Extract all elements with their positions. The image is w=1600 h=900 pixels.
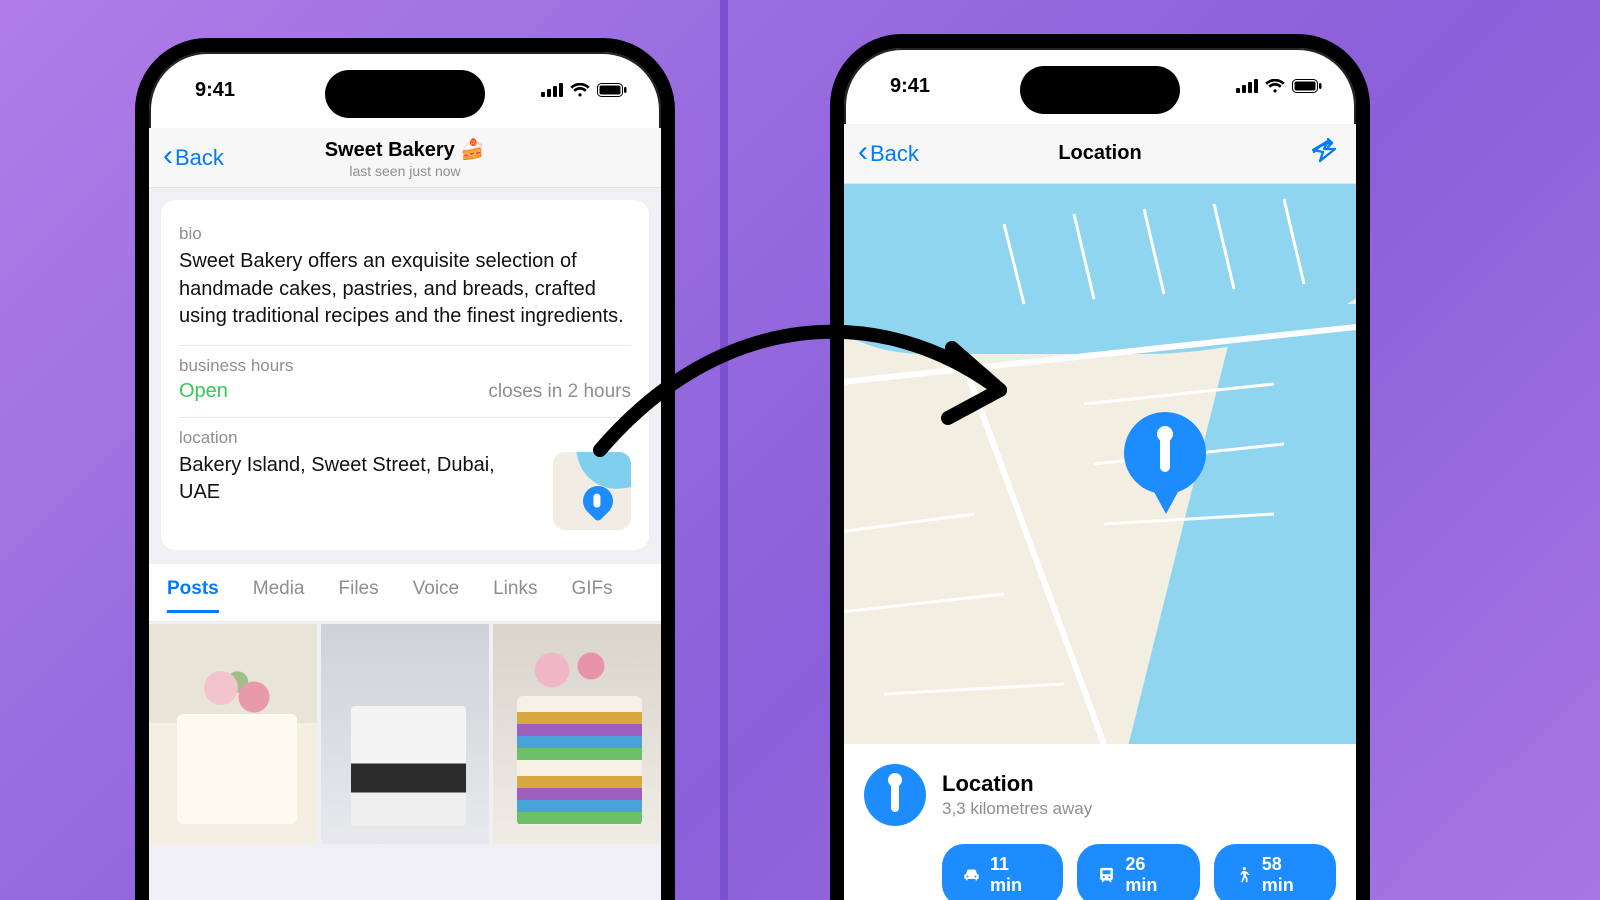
dynamic-island <box>1020 66 1180 114</box>
travel-chip-walk[interactable]: 58 min <box>1214 844 1336 900</box>
battery-icon <box>597 83 627 97</box>
cellular-icon <box>541 83 563 97</box>
dynamic-island <box>325 70 485 118</box>
car-icon <box>962 865 981 885</box>
battery-icon <box>1292 79 1322 93</box>
post-thumbnail[interactable] <box>493 624 661 844</box>
page-title: Location <box>844 142 1356 165</box>
hours-status: Open <box>179 380 228 403</box>
transit-icon <box>1097 865 1116 885</box>
travel-time-walk: 58 min <box>1262 854 1316 896</box>
location-map-thumbnail[interactable] <box>553 452 631 530</box>
location-distance: 3,3 kilometres away <box>942 799 1092 819</box>
map-view[interactable] <box>844 184 1356 744</box>
location-address: Bakery Island, Sweet Street, Dubai, UAE <box>179 452 539 506</box>
hours-closes: closes in 2 hours <box>488 381 631 403</box>
chevron-left-icon: ‹ <box>163 141 173 171</box>
tab-links[interactable]: Links <box>493 578 537 613</box>
back-label: Back <box>175 145 224 171</box>
posts-grid <box>149 624 661 844</box>
tab-gifs[interactable]: GIFs <box>571 578 612 613</box>
share-icon <box>1310 138 1338 164</box>
post-thumbnail[interactable] <box>321 624 489 844</box>
map-pin-icon <box>1124 412 1206 494</box>
wifi-icon <box>1265 79 1285 94</box>
bio-section[interactable]: bio Sweet Bakery offers an exquisite sel… <box>179 214 631 346</box>
status-time: 9:41 <box>195 79 235 102</box>
back-button[interactable]: ‹ Back <box>163 143 224 173</box>
hours-label: business hours <box>179 356 631 376</box>
profile-info-card: bio Sweet Bakery offers an exquisite sel… <box>161 200 649 550</box>
travel-chip-car[interactable]: 11 min <box>942 844 1063 900</box>
back-button[interactable]: ‹ Back <box>858 139 919 169</box>
status-time: 9:41 <box>890 75 930 98</box>
cellular-icon <box>1236 79 1258 93</box>
tab-media[interactable]: Media <box>253 578 305 613</box>
map-roads <box>844 184 1356 744</box>
hours-section[interactable]: business hours Open closes in 2 hours <box>179 346 631 418</box>
phone-profile: 9:41 ‹ Back Sweet Bakery 🍰 last seen jus… <box>135 38 675 900</box>
chevron-left-icon: ‹ <box>858 137 868 167</box>
bio-label: bio <box>179 224 631 244</box>
travel-time-car: 11 min <box>990 854 1043 896</box>
nav-bar: ‹ Back Sweet Bakery 🍰 last seen just now <box>149 128 661 188</box>
share-button[interactable] <box>1310 138 1338 169</box>
walk-icon <box>1234 865 1253 885</box>
location-section[interactable]: location Bakery Island, Sweet Street, Du… <box>179 418 631 544</box>
travel-time-transit: 26 min <box>1125 854 1179 896</box>
location-sheet: Location 3,3 kilometres away 11 min 26 m… <box>844 744 1356 900</box>
bio-text: Sweet Bakery offers an exquisite selecti… <box>179 248 631 331</box>
tab-posts[interactable]: Posts <box>167 578 219 613</box>
page-title: Sweet Bakery 🍰 <box>149 137 661 162</box>
location-pin-icon <box>864 764 926 826</box>
layout-divider <box>720 0 728 900</box>
nav-bar: ‹ Back Location <box>844 124 1356 184</box>
phone-location: 9:41 ‹ Back Location <box>830 34 1370 900</box>
post-thumbnail[interactable] <box>149 624 317 844</box>
tab-voice[interactable]: Voice <box>413 578 459 613</box>
location-label: location <box>179 428 631 448</box>
page-subtitle: last seen just now <box>149 163 661 179</box>
location-sheet-title: Location <box>942 771 1092 797</box>
media-tabs: Posts Media Files Voice Links GIFs <box>149 564 661 622</box>
back-label: Back <box>870 141 919 167</box>
wifi-icon <box>570 83 590 98</box>
tab-files[interactable]: Files <box>339 578 379 613</box>
travel-chip-transit[interactable]: 26 min <box>1077 844 1199 900</box>
